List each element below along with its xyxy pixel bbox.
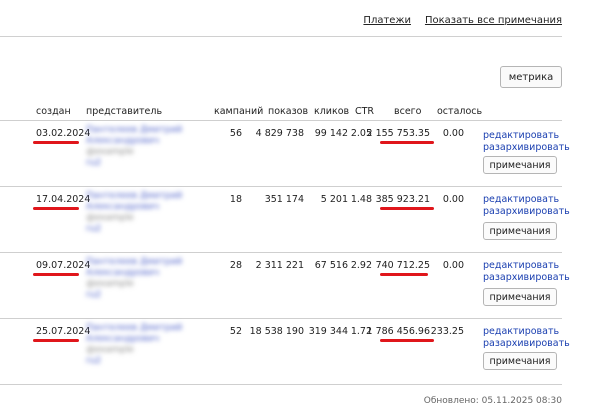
unarchive-link[interactable]: разархивировать [483, 206, 570, 217]
table-row: 17.04.2024 Пантелеев Дмитрий Александров… [0, 188, 570, 254]
red-underline-mark [380, 207, 434, 210]
clicks-count: 99 142 [314, 128, 348, 139]
ctr-value: 2.92 [350, 260, 372, 271]
impressions-count: 4 829 738 [255, 128, 304, 139]
header-created: создан [36, 106, 71, 117]
table-row: 03.02.2024 Пантелеев Дмитрий Александров… [0, 122, 570, 188]
red-underline-mark [33, 141, 79, 144]
campaigns-count: 18 [229, 194, 242, 205]
remaining-amount: 233.25 [430, 326, 464, 337]
unarchive-link[interactable]: разархивировать [483, 338, 570, 349]
representative: Пантелеев Дмитрий Александрович @example… [86, 257, 183, 300]
row-divider [0, 186, 562, 187]
remaining-amount: 0.00 [442, 260, 464, 271]
edit-link[interactable]: редактировать [483, 130, 559, 141]
notes-button[interactable]: примечания [483, 156, 557, 174]
header-campaigns: кампаний [214, 106, 264, 117]
clicks-count: 5 201 [320, 194, 348, 205]
header-remaining: осталось [437, 106, 483, 117]
campaigns-count: 56 [229, 128, 242, 139]
header-total: всего [394, 106, 422, 117]
show-all-notes-link[interactable]: Показать все примечания [425, 15, 562, 26]
unarchive-link[interactable]: разархивировать [483, 142, 570, 153]
representative: Пантелеев Дмитрий Александрович @example… [86, 125, 183, 168]
table-row: 09.07.2024 Пантелеев Дмитрий Александров… [0, 254, 570, 320]
header-divider [0, 120, 562, 121]
row-divider [0, 384, 562, 385]
created-date: 25.07.2024 [36, 326, 91, 337]
total-amount: 2 155 753.35 [366, 128, 430, 139]
header-rep: представитель [86, 106, 163, 117]
red-underline-mark [33, 339, 79, 342]
header-clicks: кликов [314, 106, 350, 117]
total-amount: 1 786 456.96 [366, 326, 430, 337]
table-row: 25.07.2024 Пантелеев Дмитрий Александров… [0, 320, 570, 386]
created-date: 17.04.2024 [36, 194, 91, 205]
representative: Пантелеев Дмитрий Александрович @example… [86, 323, 183, 366]
edit-link[interactable]: редактировать [483, 326, 559, 337]
created-date: 09.07.2024 [36, 260, 91, 271]
clicks-count: 319 344 [308, 326, 348, 337]
row-divider [0, 318, 562, 319]
notes-button[interactable]: примечания [483, 288, 557, 306]
updated-timestamp: Обновлено: 05.11.2025 08:30 [423, 396, 562, 406]
campaigns-count: 28 [229, 260, 242, 271]
metrika-button[interactable]: метрика [500, 66, 562, 88]
campaigns-count: 52 [229, 326, 242, 337]
unarchive-link[interactable]: разархивировать [483, 272, 570, 283]
representative: Пантелеев Дмитрий Александрович @example… [86, 191, 183, 234]
remaining-amount: 0.00 [442, 194, 464, 205]
created-date: 03.02.2024 [36, 128, 91, 139]
top-divider [0, 36, 562, 37]
impressions-count: 18 538 190 [249, 326, 304, 337]
red-underline-mark [380, 273, 428, 276]
red-underline-mark [33, 273, 79, 276]
edit-link[interactable]: редактировать [483, 260, 559, 271]
red-underline-mark [380, 141, 434, 144]
red-underline-mark [33, 207, 79, 210]
header-ctr: CTR [355, 106, 375, 117]
notes-button[interactable]: примечания [483, 352, 557, 370]
edit-link[interactable]: редактировать [483, 194, 559, 205]
remaining-amount: 0.00 [442, 128, 464, 139]
payments-link[interactable]: Платежи [363, 15, 411, 26]
total-amount: 385 923.21 [375, 194, 430, 205]
clicks-count: 67 516 [314, 260, 348, 271]
row-divider [0, 252, 562, 253]
red-underline-mark [380, 339, 434, 342]
impressions-count: 351 174 [264, 194, 304, 205]
header-impressions: показов [268, 106, 309, 117]
total-amount: 740 712.25 [375, 260, 430, 271]
notes-button[interactable]: примечания [483, 222, 557, 240]
ctr-value: 1.48 [350, 194, 372, 205]
top-links: Платежи Показать все примечания [363, 15, 562, 26]
impressions-count: 2 311 221 [255, 260, 304, 271]
